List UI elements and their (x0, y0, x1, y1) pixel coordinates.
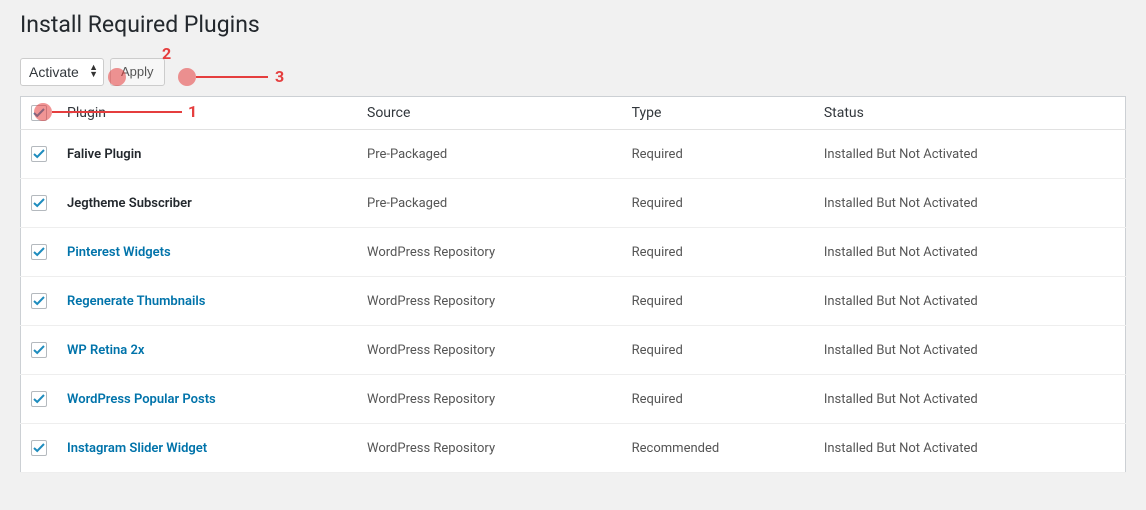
plugin-name: Falive Plugin (67, 147, 141, 162)
plugins-table: Plugin Source Type Status Falive Plugin P… (20, 96, 1126, 473)
plugin-name[interactable]: WordPress Popular Posts (67, 392, 216, 407)
plugin-name[interactable]: Instagram Slider Widget (67, 441, 207, 456)
plugin-name: Jegtheme Subscriber (67, 196, 192, 211)
plugin-type: Required (622, 130, 814, 179)
plugin-type: Required (622, 375, 814, 424)
table-row: Pinterest Widgets WordPress RepositoryReq… (21, 228, 1126, 277)
bulk-actions-row: Activate ▲▼ Apply (20, 58, 1126, 86)
plugin-status: Installed But Not Activated (814, 375, 1126, 424)
plugin-type: Required (622, 228, 814, 277)
plugin-source: WordPress Repository (357, 424, 622, 473)
row-checkbox[interactable] (31, 440, 47, 456)
plugin-source: WordPress Repository (357, 326, 622, 375)
select-all-checkbox[interactable] (31, 105, 47, 121)
plugin-source: WordPress Repository (357, 277, 622, 326)
plugin-status: Installed But Not Activated (814, 228, 1126, 277)
row-checkbox[interactable] (31, 391, 47, 407)
bulk-action-select[interactable]: Activate (20, 58, 104, 86)
row-checkbox[interactable] (31, 244, 47, 260)
plugin-name[interactable]: WP Retina 2x (67, 343, 144, 358)
row-checkbox[interactable] (31, 146, 47, 162)
column-source[interactable]: Source (357, 96, 622, 129)
plugin-status: Installed But Not Activated (814, 179, 1126, 228)
table-row: WordPress Popular Posts WordPress Reposit… (21, 375, 1126, 424)
plugin-type: Required (622, 326, 814, 375)
plugin-status: Installed But Not Activated (814, 424, 1126, 473)
plugin-name[interactable]: Pinterest Widgets (67, 245, 171, 260)
plugin-type: Required (622, 277, 814, 326)
plugin-name[interactable]: Regenerate Thumbnails (67, 294, 205, 309)
column-type[interactable]: Type (622, 96, 814, 129)
table-row: Falive Plugin Pre-PackagedRequiredInstall… (21, 130, 1126, 179)
page-title: Install Required Plugins (20, 10, 1126, 40)
row-checkbox[interactable] (31, 195, 47, 211)
table-row: Jegtheme Subscriber Pre-PackagedRequiredI… (21, 179, 1126, 228)
plugin-status: Installed But Not Activated (814, 130, 1126, 179)
plugin-status: Installed But Not Activated (814, 277, 1126, 326)
plugin-type: Required (622, 179, 814, 228)
column-status[interactable]: Status (814, 96, 1126, 129)
row-checkbox[interactable] (31, 293, 47, 309)
table-row: WP Retina 2x WordPress RepositoryRequired… (21, 326, 1126, 375)
plugin-source: WordPress Repository (357, 375, 622, 424)
plugin-source: Pre-Packaged (357, 130, 622, 179)
plugin-source: WordPress Repository (357, 228, 622, 277)
plugin-type: Recommended (622, 424, 814, 473)
plugin-status: Installed But Not Activated (814, 326, 1126, 375)
apply-button[interactable]: Apply (110, 58, 165, 86)
row-checkbox[interactable] (31, 342, 47, 358)
table-row: Instagram Slider Widget WordPress Reposit… (21, 424, 1126, 473)
plugin-source: Pre-Packaged (357, 179, 622, 228)
column-plugin[interactable]: Plugin (57, 96, 357, 129)
table-row: Regenerate Thumbnails WordPress Repositor… (21, 277, 1126, 326)
